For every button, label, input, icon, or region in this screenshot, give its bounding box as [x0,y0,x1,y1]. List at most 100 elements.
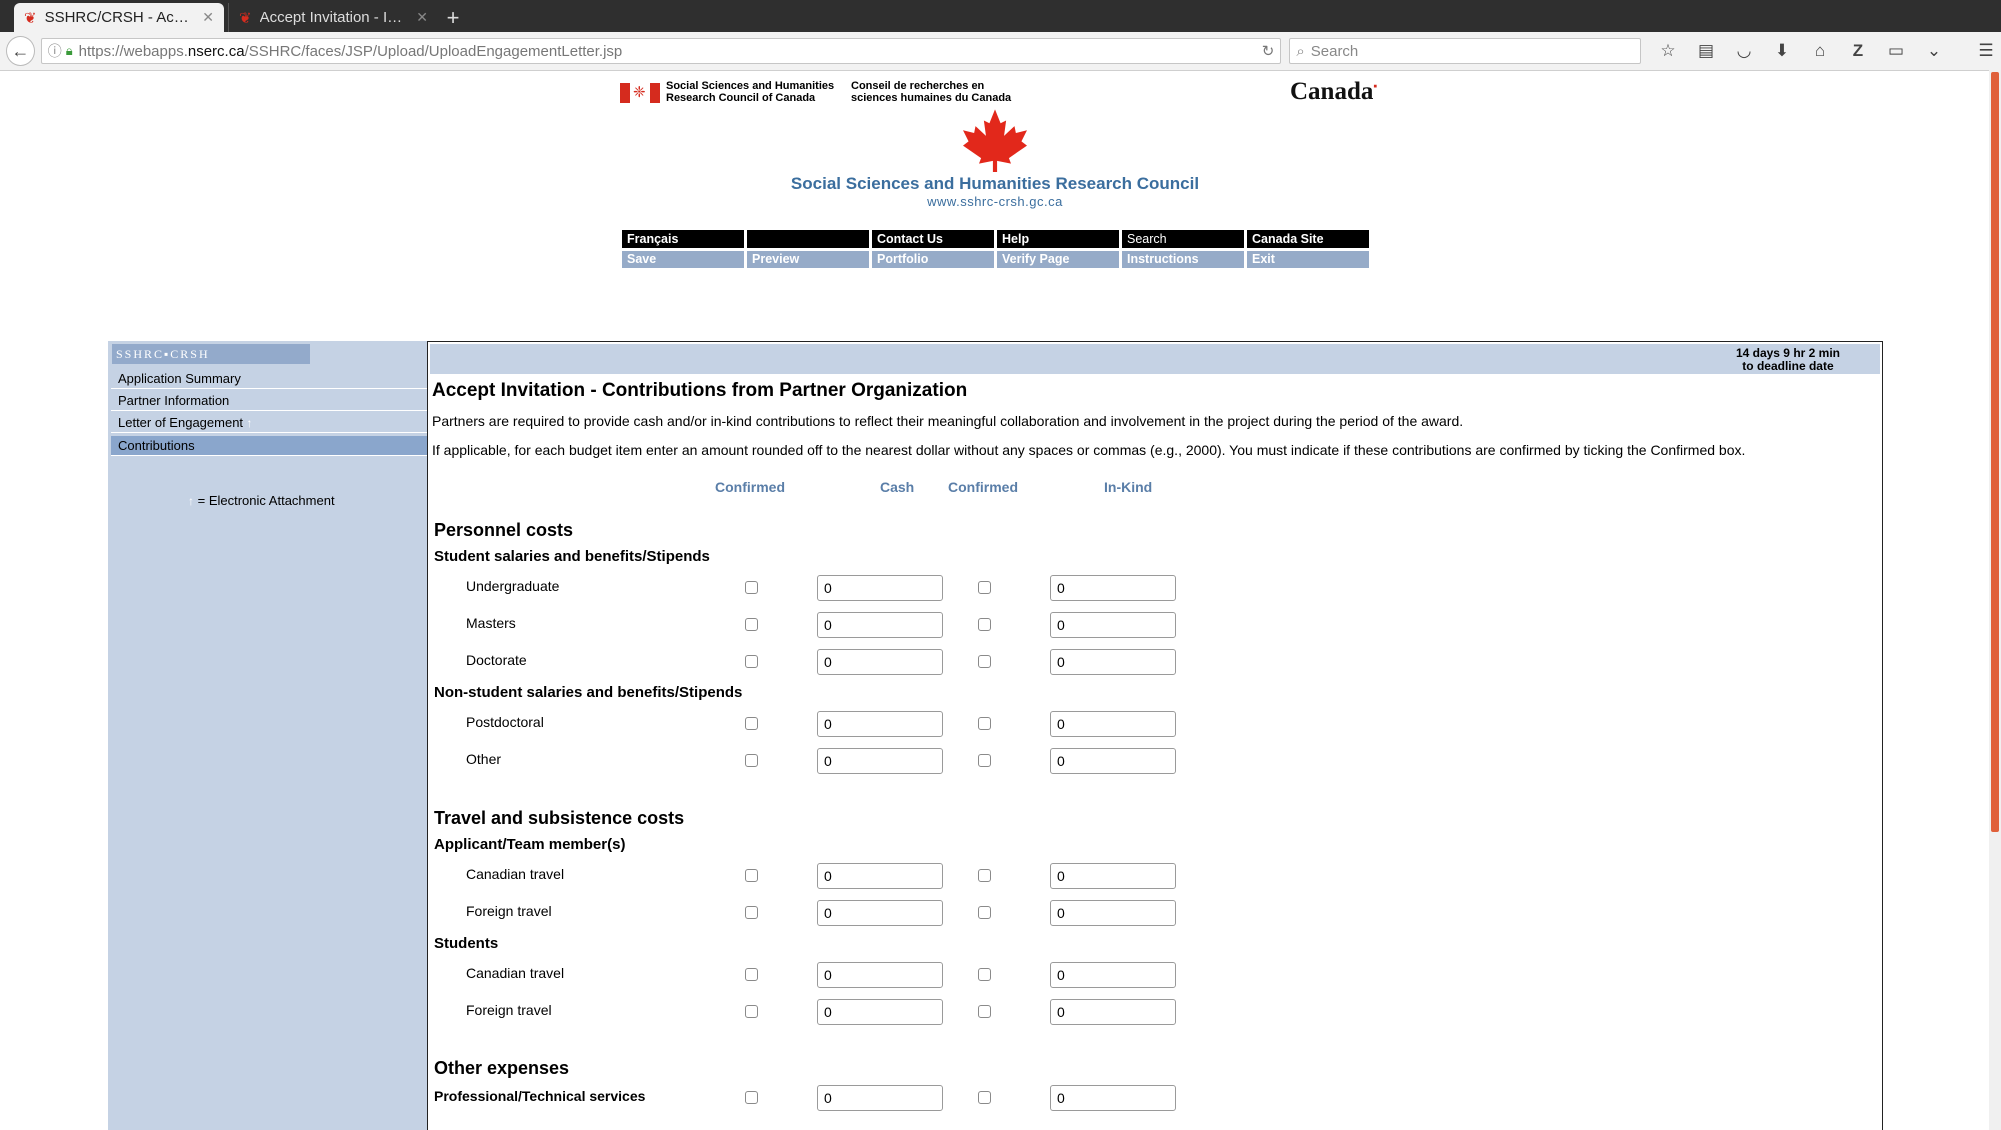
tab-sshrc[interactable]: ❦ SSHRC/CRSH - Acce… ✕ [14,3,224,32]
reading-list-icon[interactable]: ▤ [1691,41,1721,61]
cash-input-team-canadian-travel[interactable] [817,863,943,889]
search-icon: ⌕ [1296,42,1305,60]
canada-wordmark: Canada▪ [1290,78,1378,105]
reload-icon[interactable]: ↻ [1262,42,1275,60]
confirmed-cash-checkbox-students-canadian-travel[interactable] [745,968,758,981]
row-label-masters: Masters [466,615,516,631]
confirmed-cash-checkbox-other[interactable] [745,754,758,767]
confirmed-inkind-checkbox-team-foreign-travel[interactable] [978,906,991,919]
fip-french: Conseil de recherches en sciences humain… [851,80,1012,104]
inkind-input-undergraduate[interactable] [1050,575,1176,601]
confirmed-cash-checkbox-masters[interactable] [745,618,758,631]
tab-accept-invitation[interactable]: ❦ Accept Invitation - I… ✕ [228,3,438,32]
cash-input-postdoctoral[interactable] [817,711,943,737]
canada-flag-icon [620,83,660,103]
zotero-icon[interactable]: Z [1843,41,1873,61]
confirmed-cash-checkbox-undergraduate[interactable] [745,581,758,594]
confirmed-inkind-checkbox-postdoctoral[interactable] [978,717,991,730]
page-scrollbar-thumb[interactable] [1991,72,1999,832]
menu-exit[interactable]: Exit [1247,251,1369,268]
inkind-input-students-canadian-travel[interactable] [1050,962,1176,988]
menu-instructions[interactable]: Instructions [1122,251,1244,268]
close-tab-icon[interactable]: ✕ [416,9,428,26]
url-bar[interactable]: ⓘ 🔒︎ https://webapps.nserc.ca/SSHRC/face… [40,38,1282,64]
sidebar-item-application-summary[interactable]: Application Summary [111,369,427,389]
browser-tab-bar: ❦ SSHRC/CRSH - Acce… ✕ ❦ Accept Invitati… [0,0,2001,32]
browser-search-input[interactable]: ⌕ Search [1289,38,1641,64]
confirmed-cash-checkbox-doctorate[interactable] [745,655,758,668]
confirmed-cash-checkbox-professional-technical[interactable] [745,1091,758,1104]
row-label-team-foreign-travel: Foreign travel [466,903,552,919]
row-label-team-canadian-travel: Canadian travel [466,866,565,882]
confirmed-inkind-checkbox-professional-technical[interactable] [978,1091,991,1104]
confirmed-inkind-checkbox-students-canadian-travel[interactable] [978,968,991,981]
attachment-legend: ↑ = Electronic Attachment [188,493,335,508]
subsection-student-salaries: Student salaries and benefits/Stipends [434,548,710,565]
inkind-input-team-foreign-travel[interactable] [1050,900,1176,926]
cash-input-students-canadian-travel[interactable] [817,962,943,988]
cash-input-masters[interactable] [817,612,943,638]
sidebar-item-contributions[interactable]: Contributions [111,436,427,456]
inkind-input-masters[interactable] [1050,612,1176,638]
back-button[interactable]: ← [6,36,35,66]
confirmed-inkind-checkbox-team-canadian-travel[interactable] [978,869,991,882]
menu-help[interactable]: Help [997,230,1119,248]
confirmed-inkind-checkbox-students-foreign-travel[interactable] [978,1005,991,1018]
menu-preview[interactable]: Preview [747,251,869,268]
search-placeholder: Search [1310,42,1359,60]
confirmed-inkind-checkbox-undergraduate[interactable] [978,581,991,594]
menu-verify-page[interactable]: Verify Page [997,251,1119,268]
cash-input-other[interactable] [817,748,943,774]
attachment-arrow-icon: ↑ [188,494,194,508]
close-tab-icon[interactable]: ✕ [202,9,214,26]
cash-input-doctorate[interactable] [817,649,943,675]
inkind-input-postdoctoral[interactable] [1050,711,1176,737]
inkind-input-other[interactable] [1050,748,1176,774]
instruction-para-1: Partners are required to provide cash an… [432,413,1464,429]
confirmed-cash-checkbox-team-canadian-travel[interactable] [745,869,758,882]
new-tab-button[interactable]: + [438,3,468,32]
back-arrow-icon: ← [11,40,30,61]
row-label-professional-technical: Professional/Technical services [434,1088,646,1104]
cash-input-team-foreign-travel[interactable] [817,900,943,926]
bookmark-star-icon[interactable]: ☆ [1653,41,1683,61]
row-label-undergraduate: Undergraduate [466,578,560,594]
instruction-para-2: If applicable, for each budget item ente… [432,442,1746,458]
confirmed-cash-checkbox-students-foreign-travel[interactable] [745,1005,758,1018]
download-icon[interactable]: ⬇ [1767,41,1797,61]
row-label-students-canadian-travel: Canadian travel [466,965,565,981]
extension-icon[interactable]: ▭ [1881,41,1911,61]
browser-nav-bar: ← ⓘ 🔒︎ https://webapps.nserc.ca/SSHRC/fa… [0,32,2001,71]
menu-canada-site[interactable]: Canada Site [1247,230,1369,248]
confirmed-inkind-checkbox-other[interactable] [978,754,991,767]
overflow-chevron-icon[interactable]: ⌄ [1919,41,1949,61]
inkind-input-doctorate[interactable] [1050,649,1176,675]
pocket-icon[interactable]: ◡ [1729,41,1759,61]
cash-input-undergraduate[interactable] [817,575,943,601]
section-travel-costs: Travel and subsistence costs [434,808,685,828]
inkind-input-students-foreign-travel[interactable] [1050,999,1176,1025]
council-url[interactable]: www.sshrc-crsh.gc.ca [700,194,1290,209]
row-label-students-foreign-travel: Foreign travel [466,1002,552,1018]
cash-input-students-foreign-travel[interactable] [817,999,943,1025]
home-icon[interactable]: ⌂ [1805,41,1835,61]
cash-input-professional-technical[interactable] [817,1085,943,1111]
sidebar-item-partner-information[interactable]: Partner Information [111,391,427,411]
menu-save[interactable]: Save [622,251,744,268]
maple-leaf-icon [963,109,1027,172]
inkind-input-team-canadian-travel[interactable] [1050,863,1176,889]
hamburger-menu-icon[interactable]: ☰ [1971,41,2001,61]
menu-portfolio[interactable]: Portfolio [872,251,994,268]
top-menu: Français Contact Us Help Search Canada S… [622,230,1372,248]
confirmed-cash-checkbox-team-foreign-travel[interactable] [745,906,758,919]
menu-contact-us[interactable]: Contact Us [872,230,994,248]
confirmed-inkind-checkbox-doctorate[interactable] [978,655,991,668]
confirmed-cash-checkbox-postdoctoral[interactable] [745,717,758,730]
confirmed-inkind-checkbox-masters[interactable] [978,618,991,631]
inkind-input-professional-technical[interactable] [1050,1085,1176,1111]
menu-francais[interactable]: Français [622,230,744,248]
info-icon[interactable]: ⓘ [48,41,62,61]
row-label-doctorate: Doctorate [466,652,527,668]
menu-search[interactable]: Search [1122,230,1244,248]
sidebar-item-letter-of-engagement[interactable]: Letter of Engagement ↑ [111,413,427,433]
